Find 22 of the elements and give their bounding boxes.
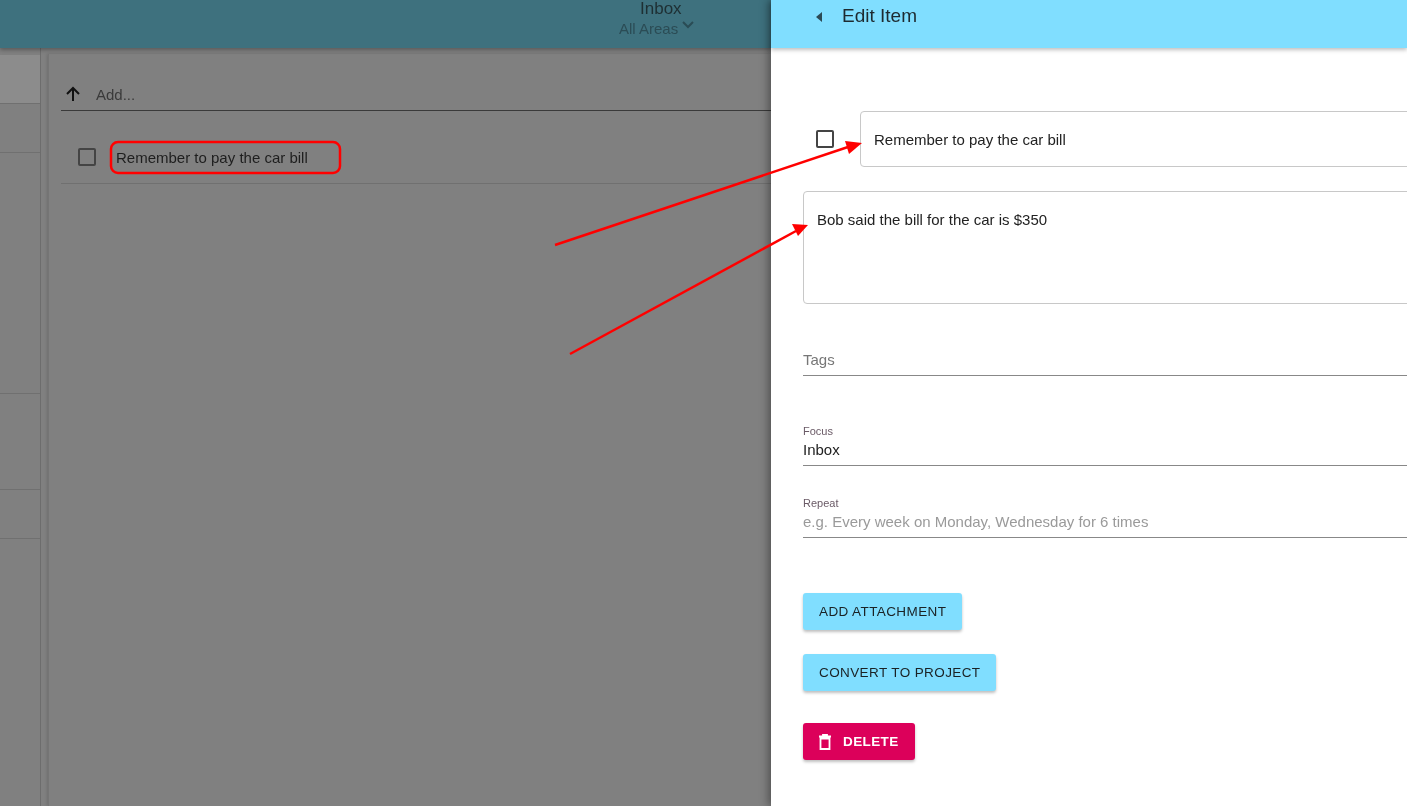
drawer-title: Edit Item — [842, 9, 917, 23]
checkbox[interactable] — [816, 130, 834, 148]
field-value: Inbox — [803, 440, 841, 460]
add-field[interactable]: Add... — [94, 84, 771, 104]
page-title: Inbox — [640, 0, 682, 18]
caret-left-icon[interactable] — [816, 12, 822, 22]
focus-field[interactable]: Focus Inbox — [803, 424, 1407, 466]
field-label: Repeat — [803, 496, 840, 510]
field-label: Focus — [803, 424, 834, 438]
trash-icon — [819, 733, 831, 750]
chevron-down-icon — [682, 20, 695, 29]
field-placeholder: e.g. Every week on Monday, Wednesday for 6 times — [803, 512, 1150, 532]
title-field[interactable]: Remember to pay the car bill — [860, 111, 1407, 167]
arrow-up-icon — [64, 85, 82, 103]
notes-field[interactable]: Bob said the bill for the car is $350 — [803, 191, 1407, 304]
repeat-field[interactable]: Repeat e.g. Every week on Monday, Wednesday for 6 times — [803, 496, 1407, 538]
delete-button[interactable]: DELETE — [803, 723, 915, 760]
action-button[interactable]: CONVERT TO PROJECT — [803, 654, 997, 691]
tags-field[interactable]: Tags — [803, 351, 1407, 376]
checkbox[interactable] — [78, 148, 96, 166]
task-title: Remember to pay the car bill — [116, 148, 308, 166]
action-button[interactable]: ADD ATTACHMENT — [803, 593, 963, 630]
